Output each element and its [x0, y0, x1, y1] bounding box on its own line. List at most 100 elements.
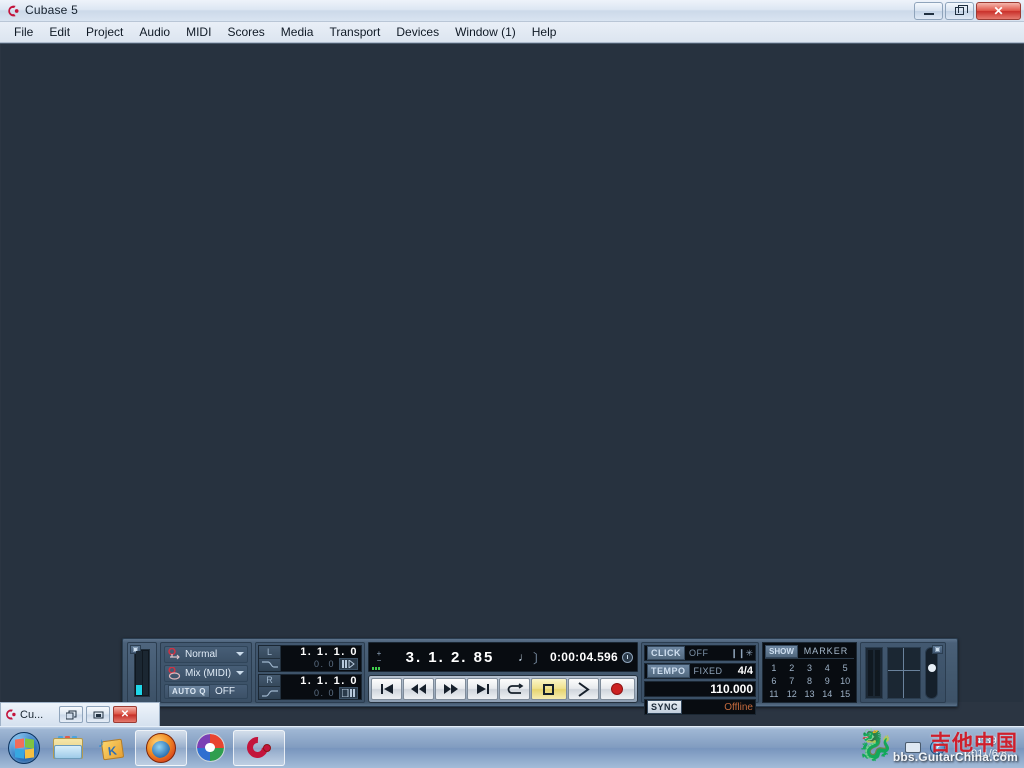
- go-to-end-button[interactable]: [467, 678, 499, 700]
- marker-3[interactable]: 3: [801, 662, 819, 674]
- right-locator[interactable]: R 1. 1. 1. 0 0. 0: [258, 673, 362, 700]
- windows-taskbar[interactable]: K ♪ ? 4:39 2011/6/8: [0, 726, 1024, 768]
- punch-out-icon[interactable]: [339, 686, 358, 699]
- click-row[interactable]: CLICK OFF ❙❙✳: [644, 645, 756, 661]
- left-locator[interactable]: L 1. 1. 1. 0 0. 0: [258, 645, 362, 672]
- taskbar-item-firefox[interactable]: [135, 729, 187, 766]
- marker-8[interactable]: 8: [801, 675, 819, 687]
- tempo-value[interactable]: 110.000: [710, 682, 753, 696]
- menu-audio[interactable]: Audio: [131, 23, 178, 41]
- start-button[interactable]: [2, 729, 46, 767]
- marker-11[interactable]: 11: [765, 688, 783, 700]
- marker-4[interactable]: 4: [818, 662, 836, 674]
- precount-icon[interactable]: ❙❙✳: [730, 648, 753, 659]
- menu-edit[interactable]: Edit: [41, 23, 78, 41]
- left-locator-values[interactable]: 1. 1. 1. 0 0. 0: [281, 646, 361, 671]
- maximize-button[interactable]: [945, 2, 974, 20]
- click-label[interactable]: CLICK: [647, 646, 685, 660]
- maximize-icon: [955, 5, 968, 15]
- menu-midi[interactable]: MIDI: [178, 23, 219, 41]
- record-mode-section[interactable]: Normal Mix (MIDI) AUTO Q OFF: [160, 642, 252, 703]
- menu-devices[interactable]: Devices: [388, 23, 447, 41]
- menu-media[interactable]: Media: [273, 23, 322, 41]
- punch-in-icon[interactable]: [339, 658, 358, 671]
- panel-collapse-icon-right[interactable]: ▣: [932, 645, 943, 654]
- menu-project[interactable]: Project: [78, 23, 131, 41]
- locator-section[interactable]: L 1. 1. 1. 0 0. 0 R 1. 1. 1. 0 0. 0: [255, 642, 365, 703]
- taskbar-item-cubase[interactable]: [233, 729, 285, 766]
- linear-record-mode-row[interactable]: Normal: [164, 646, 248, 663]
- marker-7[interactable]: 7: [783, 675, 801, 687]
- taskbar-item-picasa[interactable]: [188, 729, 232, 767]
- cycle-record-mode-row[interactable]: Mix (MIDI): [164, 664, 248, 682]
- output-meter-section[interactable]: ▣: [860, 642, 946, 703]
- close-button[interactable]: ✕: [976, 2, 1021, 20]
- menu-file[interactable]: File: [6, 23, 41, 41]
- right-locator-tag: R: [259, 674, 280, 688]
- tempo-label[interactable]: TEMPO: [647, 664, 690, 678]
- sync-row[interactable]: SYNC Offline: [644, 699, 756, 715]
- taskbar-clock[interactable]: 4:39 2011/6/8: [954, 735, 1018, 761]
- marker-section[interactable]: SHOW MARKER 1 2 3 4 5 6 7 8 9 10 11 12 1…: [762, 642, 857, 703]
- auto-quantize-value: OFF: [214, 685, 235, 697]
- position-display[interactable]: + − 3. 1. 2. 85 ♩ 〕 0:00:04.596: [368, 642, 638, 672]
- menu-window[interactable]: Window (1): [447, 23, 524, 41]
- system-tray[interactable]: ? 4:39 2011/6/8: [904, 735, 1024, 761]
- fade-in-icon[interactable]: [259, 687, 280, 699]
- marker-12[interactable]: 12: [783, 688, 801, 700]
- menu-scores[interactable]: Scores: [219, 23, 272, 41]
- mdi-restore-button[interactable]: [59, 706, 83, 723]
- marker-grid[interactable]: 1 2 3 4 5 6 7 8 9 10 11 12 13 14 15: [765, 659, 854, 700]
- minus-icon[interactable]: −: [377, 656, 382, 664]
- marker-2[interactable]: 2: [783, 662, 801, 674]
- time-format-bracket-icon[interactable]: 〕: [533, 648, 546, 667]
- marker-6[interactable]: 6: [765, 675, 783, 687]
- transport-panel[interactable]: ▣ Normal Mix (MIDI) AUTO Q OFF: [122, 638, 958, 715]
- sync-value: Offline: [724, 701, 753, 713]
- chevron-down-icon-2[interactable]: [236, 671, 244, 676]
- marker-5[interactable]: 5: [836, 662, 854, 674]
- menu-transport[interactable]: Transport: [321, 23, 388, 41]
- right-locator-values[interactable]: 1. 1. 1. 0 0. 0: [281, 675, 361, 700]
- minimize-button[interactable]: [914, 2, 943, 20]
- tempo-row[interactable]: TEMPO FIXED 4/4: [644, 663, 756, 679]
- auto-quantize-row[interactable]: AUTO Q OFF: [164, 683, 248, 699]
- tempo-value-row[interactable]: 110.000: [644, 681, 756, 697]
- mdi-minimize-button[interactable]: [86, 706, 110, 723]
- empty-workspace-area[interactable]: [1, 44, 1023, 702]
- performance-meter[interactable]: ▣: [127, 642, 157, 703]
- click-tempo-sync-section[interactable]: CLICK OFF ❙❙✳ TEMPO FIXED 4/4 110.000 SY…: [641, 642, 759, 715]
- tempo-nudge-icons[interactable]: + −: [373, 649, 385, 664]
- mdi-close-button[interactable]: ✕: [113, 706, 137, 723]
- play-button[interactable]: [567, 678, 599, 700]
- project-workspace[interactable]: [0, 43, 1024, 702]
- stop-button[interactable]: [531, 678, 567, 700]
- marker-9[interactable]: 9: [818, 675, 836, 687]
- taskbar-item-explorer[interactable]: [46, 729, 90, 767]
- transport-center[interactable]: + − 3. 1. 2. 85 ♩ 〕 0:00:04.596: [368, 642, 638, 703]
- menu-help[interactable]: Help: [524, 23, 565, 41]
- marker-10[interactable]: 10: [836, 675, 854, 687]
- mdi-child-window-strip[interactable]: Cu... ✕: [0, 702, 160, 726]
- master-level-knob[interactable]: [928, 663, 936, 672]
- fast-forward-button[interactable]: [435, 678, 467, 700]
- go-to-start-button[interactable]: [371, 678, 403, 700]
- marker-15[interactable]: 15: [836, 688, 854, 700]
- transport-buttons[interactable]: [368, 675, 638, 703]
- marker-14[interactable]: 14: [818, 688, 836, 700]
- master-level-slider[interactable]: [925, 646, 938, 699]
- cycle-button[interactable]: [499, 678, 531, 700]
- chevron-down-icon[interactable]: [236, 652, 244, 657]
- cpu-disk-meters: [134, 648, 150, 697]
- marker-13[interactable]: 13: [801, 688, 819, 700]
- marker-1[interactable]: 1: [765, 662, 783, 674]
- fade-out-icon[interactable]: [259, 658, 280, 671]
- keyboard-layout-icon[interactable]: [904, 740, 921, 755]
- sync-label[interactable]: SYNC: [647, 700, 683, 714]
- taskbar-item-media[interactable]: K ♪: [90, 729, 134, 767]
- time-signature[interactable]: 4/4: [738, 665, 753, 677]
- help-icon[interactable]: ?: [929, 740, 946, 755]
- marker-show-button[interactable]: SHOW: [765, 644, 798, 658]
- rewind-button[interactable]: [403, 678, 435, 700]
- record-button[interactable]: [599, 678, 635, 700]
